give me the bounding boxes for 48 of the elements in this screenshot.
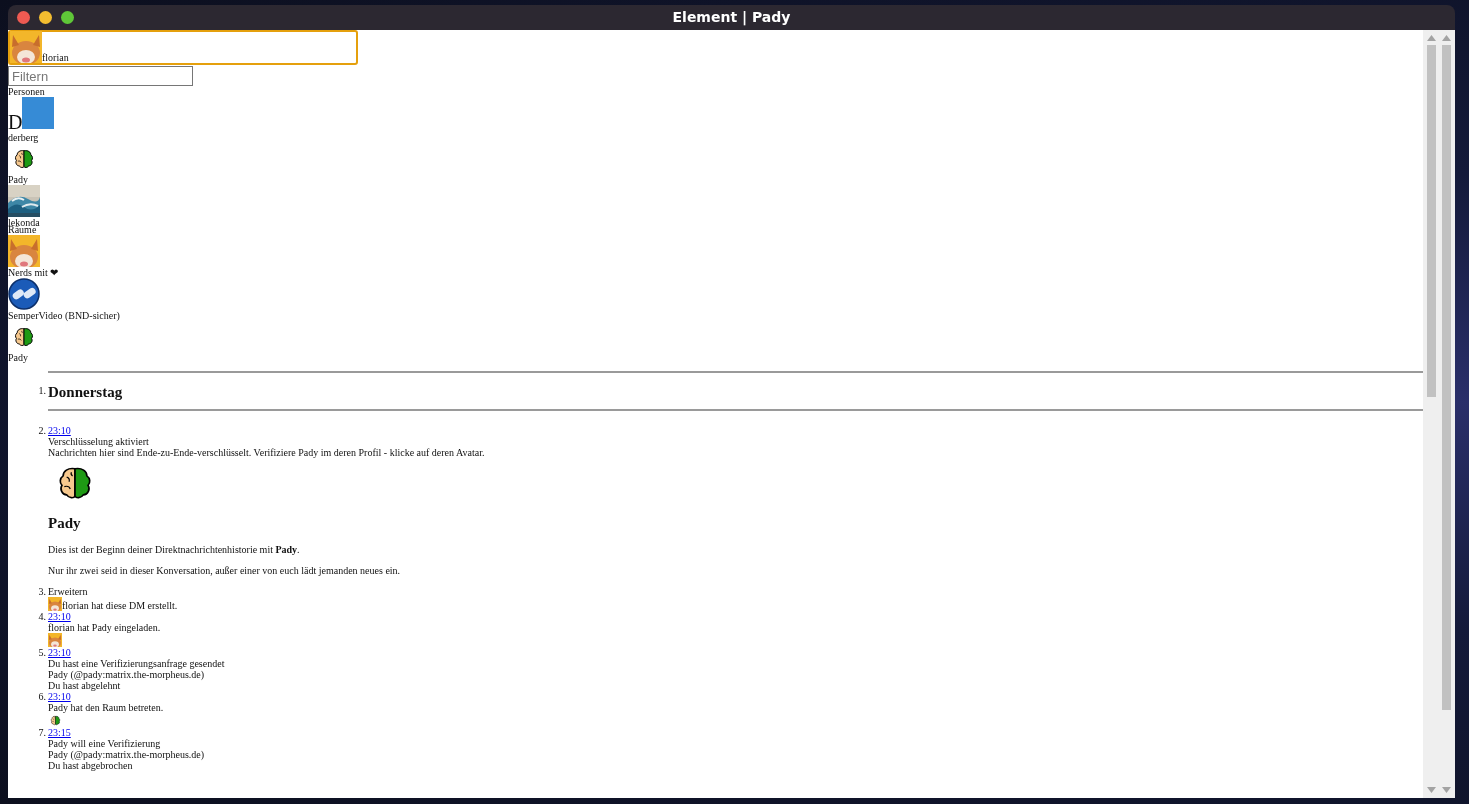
- event-text: Pady (@pady:matrix.the-morpheus.de): [48, 669, 206, 680]
- event-text: Pady (@pady:matrix.the-morpheus.de): [48, 749, 206, 760]
- list-number: 7.: [37, 727, 47, 740]
- expand-link[interactable]: Erweitern: [48, 586, 1423, 597]
- receipt-icon: [50, 715, 61, 726]
- event-text: Pady will eine Verifizierung: [48, 738, 162, 749]
- timestamp-link[interactable]: 23:10: [48, 647, 71, 658]
- logo-icon: [8, 278, 40, 310]
- avatar-tile: [22, 97, 55, 129]
- event-text: florian hat diese DM erstellt.: [62, 600, 178, 611]
- room-name[interactable]: Pady: [8, 174, 28, 185]
- room-name[interactable]: SemperVideo (BND-sicher): [8, 310, 120, 321]
- event-text: Du hast eine Verifizierungsanfrage gesendet: [48, 658, 226, 669]
- filter-field[interactable]: Filtern: [8, 66, 193, 86]
- event-text: Du hast abgelehnt: [48, 680, 122, 691]
- scrollbar-thumb[interactable]: [1427, 45, 1436, 397]
- event-text: florian hat Pady eingeladen.: [48, 622, 162, 633]
- brain-icon: [13, 326, 35, 348]
- timestamp-link[interactable]: 23:10: [48, 611, 71, 622]
- list-number: 1.: [37, 384, 47, 398]
- date-separator: Donnerstag: [48, 383, 124, 401]
- timestamp-link[interactable]: 23:15: [48, 727, 71, 738]
- close-button[interactable]: [17, 11, 30, 24]
- section-header: Personen: [8, 86, 46, 97]
- scrollbar-thumb[interactable]: [1442, 45, 1451, 710]
- room-name[interactable]: Pady: [8, 352, 28, 363]
- event-text: Du hast abgebrochen: [48, 760, 134, 771]
- window-title: Element | Pady: [672, 9, 791, 25]
- list-number: 2.: [37, 425, 47, 438]
- minimize-button[interactable]: [39, 11, 52, 24]
- intro-text: Nur ihr zwei seid in dieser Konversation, außer einer von euch lädt jemanden neues ein.: [48, 565, 402, 576]
- list-number: 4.: [37, 611, 47, 624]
- event-text: Nachrichten hier sind Ende-zu-Ende-verschlüsselt. Verifiziere Pady im deren Profil - klicke auf deren Avatar.: [48, 447, 486, 458]
- room-name[interactable]: Nerds mit ❤: [8, 267, 59, 278]
- list-number: 3.: [37, 586, 47, 599]
- event-text: Pady hat den Raum betreten.: [48, 702, 165, 713]
- timestamp-link[interactable]: 23:10: [48, 691, 71, 702]
- list-number: 5.: [37, 647, 47, 660]
- list-number: 6.: [37, 691, 47, 704]
- intro-heading: Pady: [48, 514, 82, 532]
- room-name[interactable]: derberg: [8, 132, 39, 143]
- brain-icon: [13, 148, 35, 170]
- maximize-button[interactable]: [61, 11, 74, 24]
- intro-text: Dies ist der Beginn deiner Direktnachrichtenhistorie mit Pady.: [48, 544, 301, 555]
- avatar-letter: D: [8, 111, 23, 133]
- account-button[interactable]: florian: [8, 30, 358, 65]
- event-text: Verschlüsselung aktiviert: [48, 436, 150, 447]
- timestamp-link[interactable]: 23:10: [48, 425, 71, 436]
